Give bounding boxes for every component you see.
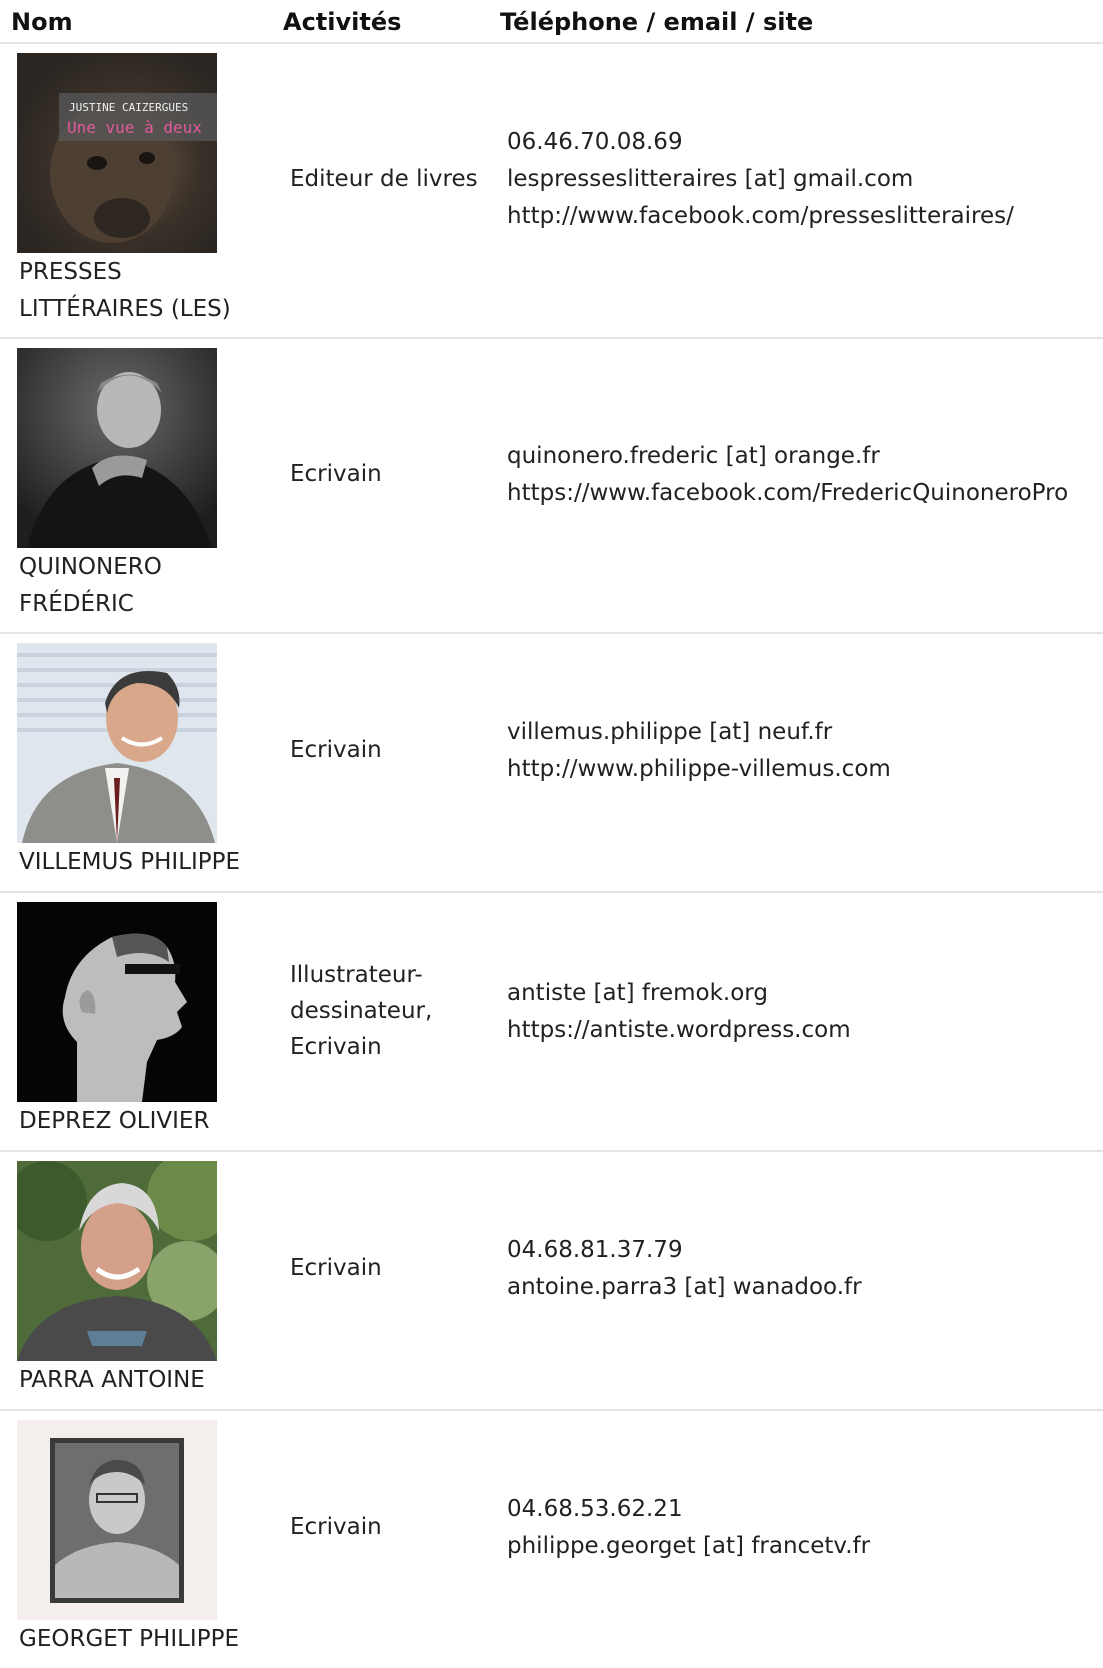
row-activity: Ecrivain [290,737,382,763]
portrait-photo [17,1161,217,1361]
email-link[interactable]: antoine.parra3 [at] wanadoo.fr [507,1269,862,1306]
email-link[interactable]: quinonero.frederic [at] orange.fr [507,438,1068,475]
row-activity: Ecrivain [290,1255,382,1281]
row-contact: villemus.philippe [at] neuf.fr http://ww… [507,714,891,788]
website-link[interactable]: http://www.facebook.com/presseslitterair… [507,198,1014,235]
email-link[interactable]: lespresseslitteraires [at] gmail.com [507,161,1014,198]
header-activites: Activités [283,8,402,36]
row-activity: Ecrivain [290,1514,382,1540]
cover-author-text: JUSTINE CAIZERGUES [69,101,188,114]
table-row: DEPREZ OLIVIER Illustrateur- dessinateur… [0,893,1103,1152]
email-link[interactable]: philippe.georget [at] francetv.fr [507,1528,870,1565]
portrait-photo [17,1420,217,1620]
table-row: QUINONERO FRÉDÉRIC Ecrivain quinonero.fr… [0,339,1103,634]
website-link[interactable]: https://www.facebook.com/FredericQuinone… [507,475,1068,512]
table-row: JUSTINE CAIZERGUES Une vue à deux PRESSE… [0,44,1103,339]
table-header: Nom Activités Téléphone / email / site [0,0,1103,44]
website-link[interactable]: http://www.philippe-villemus.com [507,751,891,788]
header-nom: Nom [11,8,73,36]
phone-text: 04.68.53.62.21 [507,1496,683,1522]
row-name: PRESSES LITTÉRAIRES (LES) [19,259,231,322]
portrait-photo [17,643,217,843]
table-row: GEORGET PHILIPPE Ecrivain 04.68.53.62.21… [0,1411,1103,1668]
row-name: GEORGET PHILIPPE [19,1626,239,1652]
header-contact: Téléphone / email / site [500,8,814,36]
row-contact: antiste [at] fremok.org https://antiste.… [507,975,851,1049]
row-activity: Ecrivain [290,461,382,487]
table-row: PARRA ANTOINE Ecrivain 04.68.81.37.79 an… [0,1152,1103,1411]
phone-text: 06.46.70.08.69 [507,129,683,155]
row-contact: 04.68.53.62.21 philippe.georget [at] fra… [507,1491,870,1565]
row-name: VILLEMUS PHILIPPE [19,849,241,875]
row-name: DEPREZ OLIVIER [19,1108,210,1134]
book-cover-image: JUSTINE CAIZERGUES Une vue à deux [17,53,217,253]
row-name: QUINONERO FRÉDÉRIC [19,554,162,617]
row-name: PARRA ANTOINE [19,1367,205,1393]
row-contact: quinonero.frederic [at] orange.fr https:… [507,438,1068,512]
row-activity: Illustrateur- dessinateur, Ecrivain [290,962,433,1060]
email-link[interactable]: villemus.philippe [at] neuf.fr [507,714,891,751]
cover-title-text: Une vue à deux [67,118,202,137]
table-row: VILLEMUS PHILIPPE Ecrivain villemus.phil… [0,634,1103,893]
phone-text: 04.68.81.37.79 [507,1237,683,1263]
website-link[interactable]: https://antiste.wordpress.com [507,1012,851,1049]
row-contact: 06.46.70.08.69 lespresseslitteraires [at… [507,124,1014,235]
row-contact: 04.68.81.37.79 antoine.parra3 [at] wanad… [507,1232,862,1306]
directory-table: Nom Activités Téléphone / email / site J… [0,0,1103,1668]
row-activity: Editeur de livres [290,166,478,192]
portrait-photo [17,348,217,548]
email-link[interactable]: antiste [at] fremok.org [507,975,851,1012]
profile-silhouette-photo [17,902,217,1102]
